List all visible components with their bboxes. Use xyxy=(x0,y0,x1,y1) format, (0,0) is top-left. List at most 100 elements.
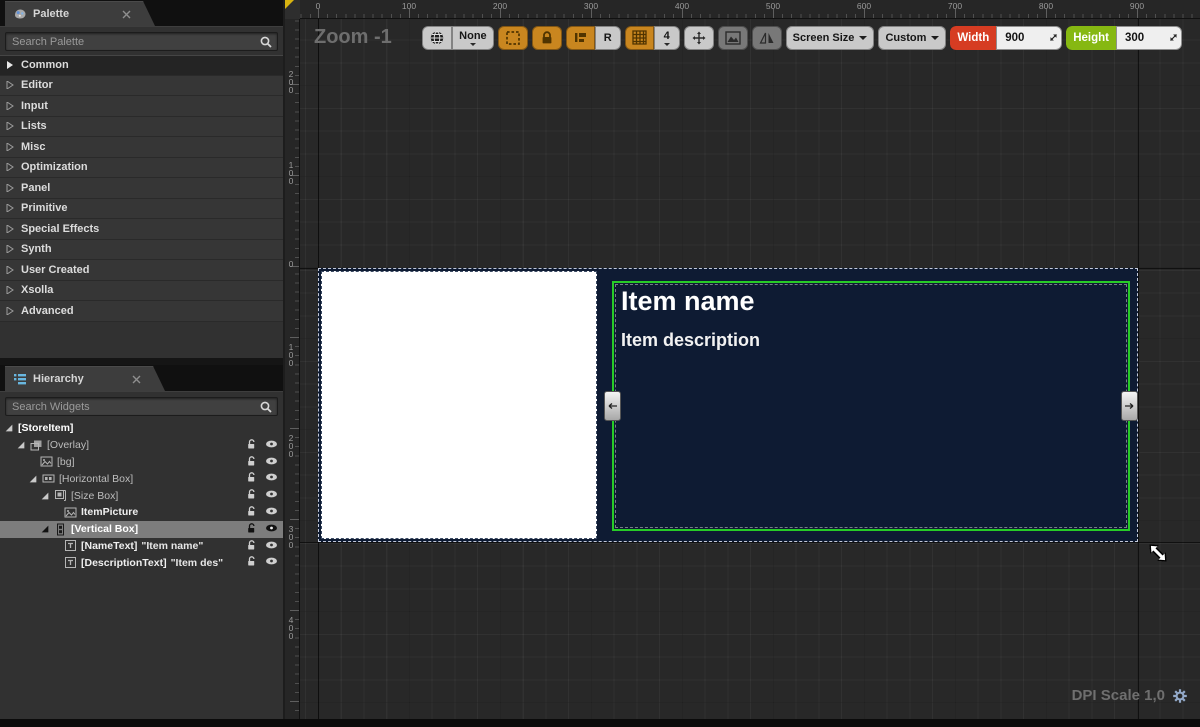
ruler-tick-label: 100 xyxy=(286,342,296,376)
close-icon[interactable] xyxy=(132,375,141,384)
designer-toolbar: None R xyxy=(422,25,1182,50)
category-common[interactable]: Common xyxy=(0,55,283,76)
resize-diagonal-icon xyxy=(1049,33,1058,42)
tree-row-overlay[interactable]: [Overlay] xyxy=(0,437,283,454)
flip-preview-button[interactable] xyxy=(752,26,782,50)
hierarchy-search-input[interactable] xyxy=(6,398,277,415)
close-icon[interactable] xyxy=(122,10,131,19)
expander-icon[interactable] xyxy=(16,440,26,450)
reorder-right-handle[interactable] xyxy=(1121,391,1138,421)
category-label: Panel xyxy=(21,182,50,194)
expander-arrow-icon[interactable] xyxy=(6,204,14,212)
grid-snap-toggle[interactable] xyxy=(625,26,654,50)
expander-arrow-icon[interactable] xyxy=(6,184,14,192)
ruler-tick-label: 900 xyxy=(1127,1,1147,11)
category-primitive[interactable]: Primitive xyxy=(0,199,283,220)
reorder-left-handle[interactable] xyxy=(604,391,621,421)
hierarchy-search[interactable] xyxy=(5,397,278,416)
tree-row-label: [DescriptionText] xyxy=(81,557,167,569)
expander-icon[interactable] xyxy=(40,524,50,534)
item-picture-image[interactable] xyxy=(321,271,597,539)
lock-closed-icon xyxy=(539,30,555,46)
expander-icon[interactable] xyxy=(40,491,50,501)
localization-culture-dropdown[interactable]: None xyxy=(452,26,494,50)
eye-icon[interactable] xyxy=(265,439,278,449)
ruler-tick-label: 500 xyxy=(763,1,783,11)
localization-preview-button[interactable] xyxy=(422,26,452,50)
lock-open-icon[interactable] xyxy=(246,438,258,450)
preview-background-button[interactable] xyxy=(718,26,748,50)
arrow-right-icon xyxy=(1124,402,1135,410)
tab-palette[interactable]: Palette xyxy=(5,1,155,26)
screen-size-dropdown[interactable]: Screen Size xyxy=(786,26,875,50)
eye-icon[interactable] xyxy=(265,456,278,466)
transform-mode-button[interactable] xyxy=(684,26,714,50)
category-optimization[interactable]: Optimization xyxy=(0,158,283,179)
lock-open-icon[interactable] xyxy=(246,555,258,567)
category-misc[interactable]: Misc xyxy=(0,137,283,158)
eye-icon[interactable] xyxy=(265,489,278,499)
eye-icon[interactable] xyxy=(265,472,278,482)
category-special-effects[interactable]: Special Effects xyxy=(0,219,283,240)
expander-arrow-icon[interactable] xyxy=(6,266,14,274)
lock-open-icon[interactable] xyxy=(246,505,258,517)
expander-arrow-icon[interactable] xyxy=(6,307,14,315)
tree-row-bg[interactable]: [bg] xyxy=(0,454,283,471)
store-item-widget-preview[interactable]: Item name Item description xyxy=(318,268,1138,542)
tree-row-storeitem[interactable]: [StoreItem] xyxy=(0,420,283,437)
tree-row-descriptiontext[interactable]: [DescriptionText] "Item des" xyxy=(0,554,283,571)
respect-locks-toggle[interactable] xyxy=(532,26,562,50)
expander-arrow-icon[interactable] xyxy=(6,163,14,171)
tree-row-horizontal-box[interactable]: [Horizontal Box] xyxy=(0,470,283,487)
expander-arrow-icon[interactable] xyxy=(6,143,14,151)
lock-open-icon[interactable] xyxy=(246,455,258,467)
expander-arrow-icon[interactable] xyxy=(6,122,14,130)
category-input[interactable]: Input xyxy=(0,96,283,117)
resize-mode-toggle[interactable]: R xyxy=(595,26,621,50)
tab-hierarchy[interactable]: Hierarchy xyxy=(5,366,165,391)
item-description-text[interactable]: Item description xyxy=(621,330,1128,351)
expander-icon[interactable] xyxy=(28,474,38,484)
category-panel[interactable]: Panel xyxy=(0,178,283,199)
tree-row-label: [NameText] xyxy=(81,540,137,552)
category-lists[interactable]: Lists xyxy=(0,117,283,138)
vertical-box-selection[interactable]: Item name Item description xyxy=(612,281,1130,531)
tree-row-size-box[interactable]: [Size Box] xyxy=(0,487,283,504)
category-user-created[interactable]: User Created xyxy=(0,260,283,281)
tree-row-itempicture[interactable]: ItemPicture xyxy=(0,504,283,521)
eye-icon[interactable] xyxy=(265,540,278,550)
overlay-icon xyxy=(30,439,43,452)
tree-row-nametext[interactable]: [NameText]"Item name" xyxy=(0,538,283,555)
eye-icon[interactable] xyxy=(265,523,278,533)
lock-open-icon[interactable] xyxy=(246,539,258,551)
tree-row-vertical-box[interactable]: [Vertical Box] xyxy=(0,521,283,538)
dashed-outlines-toggle[interactable] xyxy=(498,26,528,50)
expander-arrow-icon[interactable] xyxy=(6,286,14,294)
eye-icon[interactable] xyxy=(265,506,278,516)
resolution-preset-dropdown[interactable]: Custom xyxy=(878,26,946,50)
expander-arrow-icon[interactable] xyxy=(6,102,14,110)
widget-outlines-toggle[interactable] xyxy=(566,26,595,50)
category-editor[interactable]: Editor xyxy=(0,76,283,97)
tree-row-label: [Overlay] xyxy=(47,439,89,451)
expander-arrow-icon[interactable] xyxy=(6,225,14,233)
grid-snap-size-dropdown[interactable]: 4 xyxy=(654,26,680,50)
palette-search[interactable] xyxy=(5,32,278,51)
expander-arrow-icon[interactable] xyxy=(6,245,14,253)
category-advanced[interactable]: Advanced xyxy=(0,301,283,322)
palette-search-input[interactable] xyxy=(6,33,277,50)
item-name-text[interactable]: Item name xyxy=(621,286,1128,317)
resize-diagonal-icon xyxy=(1169,33,1178,42)
lock-open-icon[interactable] xyxy=(246,488,258,500)
lock-open-icon[interactable] xyxy=(246,522,258,534)
tree-row-text-value: "Item des" xyxy=(171,557,224,569)
eye-icon[interactable] xyxy=(265,556,278,566)
design-surface[interactable]: Zoom -1 None xyxy=(300,19,1200,727)
category-synth[interactable]: Synth xyxy=(0,240,283,261)
gear-icon[interactable] xyxy=(1172,688,1188,704)
expander-arrow-icon[interactable] xyxy=(6,61,14,69)
expander-arrow-icon[interactable] xyxy=(6,81,14,89)
lock-open-icon[interactable] xyxy=(246,471,258,483)
category-xsolla[interactable]: Xsolla xyxy=(0,281,283,302)
expander-icon[interactable] xyxy=(4,423,14,433)
